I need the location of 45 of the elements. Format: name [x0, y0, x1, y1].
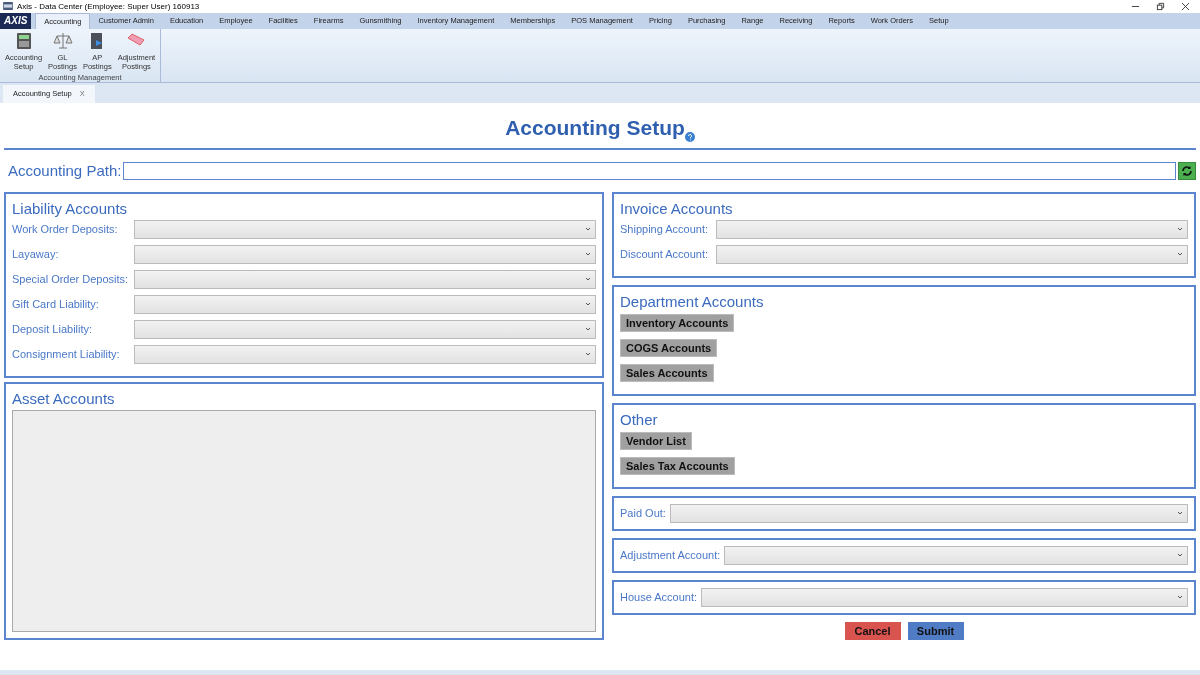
chevron-icon [585, 227, 591, 232]
chevron-icon [585, 277, 591, 282]
submit-button[interactable]: Submit [907, 621, 964, 640]
chevron-icon [1177, 511, 1183, 516]
field-label: Consignment Liability: [12, 348, 121, 361]
field-label: Paid Out: [620, 507, 666, 520]
restore-icon[interactable] [1156, 1, 1165, 11]
app-logo: AXIS [0, 12, 32, 29]
field-label: Accounting Path: [8, 162, 122, 180]
help-icon[interactable] [684, 131, 695, 142]
scale-icon [52, 30, 73, 51]
refresh-button[interactable] [1178, 161, 1196, 180]
chevron-icon [1177, 595, 1183, 600]
panel-title: Department Accounts [620, 292, 765, 310]
field-label: Gift Card Liability: [12, 298, 100, 311]
chevron-icon [1177, 553, 1183, 558]
refresh-icon [1181, 164, 1193, 177]
field-label: Shipping Account: [620, 223, 710, 236]
chevron-icon [585, 352, 591, 357]
page-title: Accounting Setup [505, 115, 685, 140]
window-title: Axis - Data Center (Employee: Super User) 160913 [17, 1, 200, 11]
chevron-icon [585, 302, 591, 307]
field-label: Special Order Deposits: [12, 273, 130, 286]
app-icon [3, 2, 13, 11]
field-label: Deposit Liability: [12, 323, 94, 336]
account-button[interactable]: COGS Accounts [620, 338, 718, 357]
panel-title: Liability Accounts [12, 199, 129, 217]
account-button[interactable]: Inventory Accounts [620, 313, 735, 332]
chevron-icon [585, 327, 591, 332]
chevron-icon [1177, 252, 1183, 257]
chevron-icon [1177, 227, 1183, 232]
field-label: House Account: [620, 591, 698, 604]
field-label: Discount Account: [620, 248, 710, 261]
field-label: Work Order Deposits: [12, 223, 119, 236]
panel-title: Asset Accounts [12, 389, 116, 407]
close-icon[interactable] [1181, 1, 1190, 11]
field-label: Layaway: [12, 248, 60, 261]
account-button[interactable]: Sales Accounts [620, 363, 714, 382]
account-button[interactable]: Vendor List [620, 431, 692, 450]
panel-title: Other [620, 410, 659, 428]
cancel-button[interactable]: Cancel [844, 621, 901, 640]
chevron-icon [585, 252, 591, 257]
field-label: Adjustment Account: [620, 549, 721, 562]
panel-title: Invoice Accounts [620, 199, 734, 217]
account-button[interactable]: Sales Tax Accounts [620, 456, 735, 475]
